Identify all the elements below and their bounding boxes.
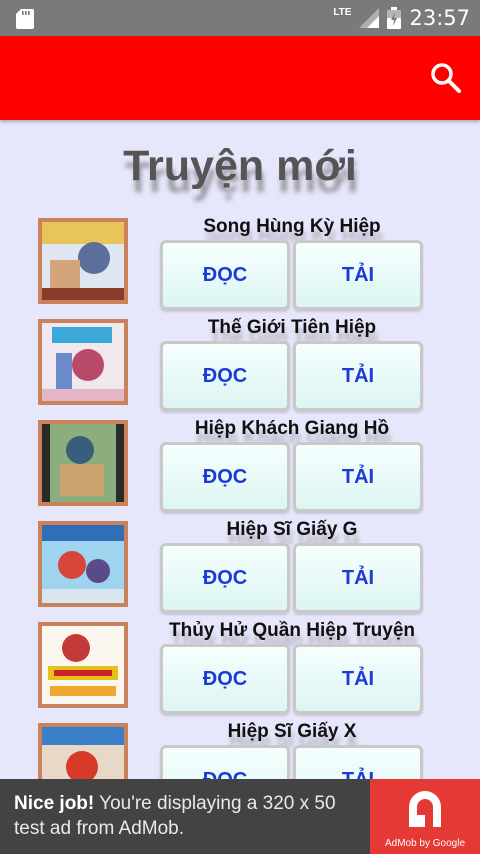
comic-title: Song Hùng Kỳ Hiệp <box>203 216 381 237</box>
battery-icon <box>387 7 402 29</box>
status-bar: LTE 23:57 <box>0 0 480 36</box>
list-item: Thủy Hử Quần Hiệp Truyện ĐỌC TẢI <box>0 614 480 715</box>
download-button[interactable]: TẢI <box>293 543 423 613</box>
download-button[interactable]: TẢI <box>293 341 423 411</box>
download-button[interactable]: TẢI <box>293 644 423 714</box>
comic-cover[interactable] <box>38 521 128 607</box>
comic-title: Thủy Hử Quần Hiệp Truyện <box>168 620 415 641</box>
comic-cover[interactable] <box>38 420 128 506</box>
page-title: Truyện mới <box>123 142 357 190</box>
ad-banner[interactable]: Nice job! You're displaying a 320 x 50 t… <box>0 779 480 854</box>
download-button[interactable]: TẢI <box>293 240 423 310</box>
ad-text: Nice job! You're displaying a 320 x 50 t… <box>14 791 359 841</box>
search-icon[interactable] <box>428 60 464 96</box>
admob-logo[interactable]: AdMob by Google <box>370 779 480 854</box>
ad-caption: AdMob by Google <box>384 838 466 849</box>
read-button[interactable]: ĐỌC <box>160 442 290 512</box>
clock: 23:57 <box>409 6 470 30</box>
comic-title: Thế Giới Tiên Hiệp <box>207 317 377 338</box>
sd-card-icon <box>16 9 34 29</box>
read-button[interactable]: ĐỌC <box>160 644 290 714</box>
comic-cover[interactable] <box>38 622 128 708</box>
admob-icon <box>409 791 441 827</box>
ad-headline: Nice job! <box>14 793 95 814</box>
comic-title: Hiệp Sĩ Giấy X <box>227 721 357 742</box>
list-item: Song Hùng Kỳ Hiệp ĐỌC TẢI <box>0 210 480 311</box>
app-bar <box>0 36 480 120</box>
list-item: Hiệp Khách Giang Hồ ĐỌC TẢI <box>0 412 480 513</box>
read-button[interactable]: ĐỌC <box>160 543 290 613</box>
network-type-label: LTE <box>333 6 352 18</box>
comic-title: Hiệp Sĩ Giấy G <box>226 519 358 540</box>
comic-title: Hiệp Khách Giang Hồ <box>194 418 390 439</box>
comic-cover[interactable] <box>38 218 128 304</box>
list-item: Hiệp Sĩ Giấy G ĐỌC TẢI <box>0 513 480 614</box>
read-button[interactable]: ĐỌC <box>160 341 290 411</box>
download-button[interactable]: TẢI <box>293 442 423 512</box>
signal-icon <box>359 8 380 28</box>
list-item: Thế Giới Tiên Hiệp ĐỌC TẢI <box>0 311 480 412</box>
read-button[interactable]: ĐỌC <box>160 240 290 310</box>
comic-cover[interactable] <box>38 319 128 405</box>
